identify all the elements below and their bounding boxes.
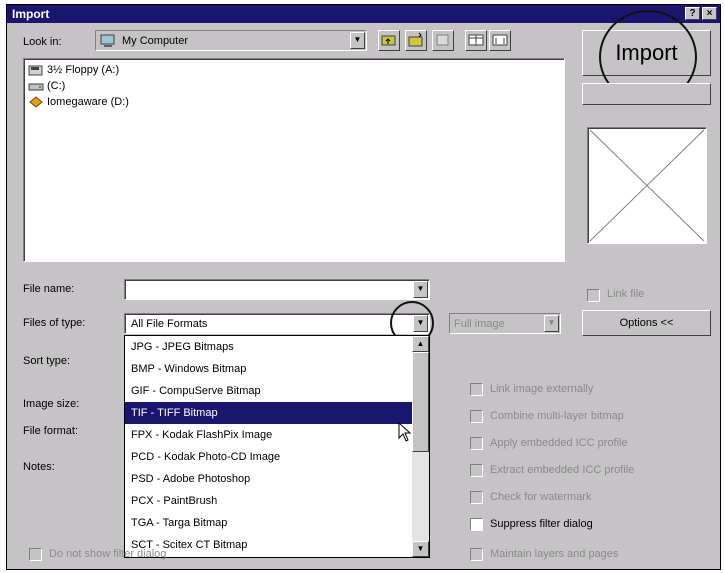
dialog-title: Import [12, 7, 50, 21]
file-list[interactable]: 3½ Floppy (A:) (C:) Iomegaware (D:) [23, 58, 565, 262]
details-view-button[interactable] [489, 30, 511, 51]
import-dialog: Import ? × Look in: My Computer ▼ 3½ Flo… [6, 4, 721, 570]
checkbox-label: Combine multi-layer bitmap [490, 410, 624, 422]
look-in-value: My Computer [122, 35, 189, 47]
checkbox-label: Apply embedded ICC profile [490, 437, 628, 449]
desktop-button[interactable] [432, 30, 454, 51]
checkbox-box[interactable] [470, 518, 483, 531]
checkbox-label: Do not show filter dialog [49, 548, 167, 560]
options-button[interactable]: Options << [582, 310, 711, 336]
dropdown-option[interactable]: TGA - Targa Bitmap [125, 512, 412, 534]
preview-box [587, 127, 707, 244]
list-item[interactable]: 3½ Floppy (A:) [28, 62, 119, 78]
checkbox-box[interactable] [470, 548, 483, 561]
look-in-label: Look in: [23, 36, 62, 48]
dropdown-options: JPG - JPEG Bitmaps BMP - Windows Bitmap GI… [125, 336, 412, 556]
scroll-up-arrow[interactable]: ▲ [412, 336, 429, 352]
import-button[interactable]: Import [582, 30, 711, 76]
hard-drive-icon [28, 80, 44, 92]
dropdown-scrollbar[interactable]: ▲ ▼ [412, 336, 429, 557]
image-size-label: Image size: [23, 398, 80, 410]
file-format-label: File format: [23, 425, 79, 437]
checkbox-label: Check for watermark [490, 491, 592, 503]
checkbox-label: Extract embedded ICC profile [490, 464, 635, 476]
dropdown-option[interactable]: BMP - Windows Bitmap [125, 358, 412, 380]
files-of-type-select[interactable]: All File Formats ▼ [124, 313, 430, 334]
file-type-dropdown-list[interactable]: JPG - JPEG Bitmaps BMP - Windows Bitmap GI… [124, 335, 430, 558]
files-of-type-label: Files of type: [23, 317, 86, 329]
file-name-label: File name: [23, 283, 75, 295]
floppy-drive-icon [28, 64, 44, 76]
desktop-icon [436, 34, 449, 46]
details-view-icon [492, 34, 508, 46]
file-name-input[interactable]: ▼ [124, 279, 430, 300]
title-bar: Import ? × [7, 5, 720, 23]
list-view-icon [468, 34, 484, 46]
mouse-cursor-icon [398, 421, 414, 447]
file-name-dropdown-arrow[interactable]: ▼ [413, 281, 428, 298]
cd-drive-icon [28, 96, 44, 108]
dropdown-option[interactable]: SCT - Scitex CT Bitmap [125, 534, 412, 556]
full-image-select[interactable]: Full image ▼ [449, 313, 561, 334]
list-item[interactable]: (C:) [28, 78, 65, 94]
full-image-dropdown-arrow[interactable]: ▼ [544, 315, 559, 332]
new-folder-icon [408, 32, 423, 47]
help-button[interactable]: ? [685, 7, 700, 20]
scroll-thumb[interactable] [412, 352, 429, 452]
checkbox-box[interactable] [29, 548, 42, 561]
dropdown-option[interactable]: PSD - Adobe Photoshop [125, 468, 412, 490]
look-in-select[interactable]: My Computer ▼ [95, 30, 367, 51]
new-folder-button[interactable] [405, 30, 427, 51]
checkbox-box[interactable] [470, 437, 483, 450]
checkbox-label: Suppress filter dialog [490, 518, 593, 530]
files-of-type-dropdown-arrow[interactable]: ▼ [413, 315, 428, 332]
cancel-button[interactable] [582, 83, 711, 105]
list-view-button[interactable] [465, 30, 487, 51]
list-item[interactable]: Iomegaware (D:) [28, 94, 129, 110]
dropdown-option[interactable]: FPX - Kodak FlashPix Image [125, 424, 412, 446]
up-one-level-button[interactable] [378, 30, 400, 51]
close-button[interactable]: × [702, 7, 717, 20]
look-in-dropdown-arrow[interactable]: ▼ [350, 32, 365, 49]
checkbox-box[interactable] [470, 491, 483, 504]
dropdown-option[interactable]: PCD - Kodak Photo-CD Image [125, 446, 412, 468]
list-item-label: (C:) [47, 80, 66, 92]
list-item-label: 3½ Floppy (A:) [47, 64, 120, 76]
checkbox-box[interactable] [470, 383, 483, 396]
checkbox-label: Maintain layers and pages [490, 548, 619, 560]
computer-icon [100, 34, 118, 51]
notes-label: Notes: [23, 461, 55, 473]
checkbox-box[interactable] [470, 410, 483, 423]
checkbox-box[interactable] [470, 464, 483, 477]
files-of-type-value: All File Formats [131, 318, 208, 330]
list-item-label: Iomegaware (D:) [47, 96, 129, 108]
dropdown-option[interactable]: GIF - CompuServe Bitmap [125, 380, 412, 402]
dropdown-option[interactable]: JPG - JPEG Bitmaps [125, 336, 412, 358]
dropdown-option[interactable]: TIF - TIFF Bitmap [125, 402, 412, 424]
up-folder-icon [381, 35, 396, 46]
checkbox-label: Link image externally [490, 383, 594, 395]
dropdown-option[interactable]: PCX - PaintBrush [125, 490, 412, 512]
checkbox-label: Link file [607, 288, 645, 300]
no-preview-icon [589, 129, 705, 242]
checkbox-box[interactable] [587, 289, 600, 302]
sort-type-label: Sort type: [23, 355, 71, 367]
scroll-down-arrow[interactable]: ▼ [412, 541, 429, 557]
